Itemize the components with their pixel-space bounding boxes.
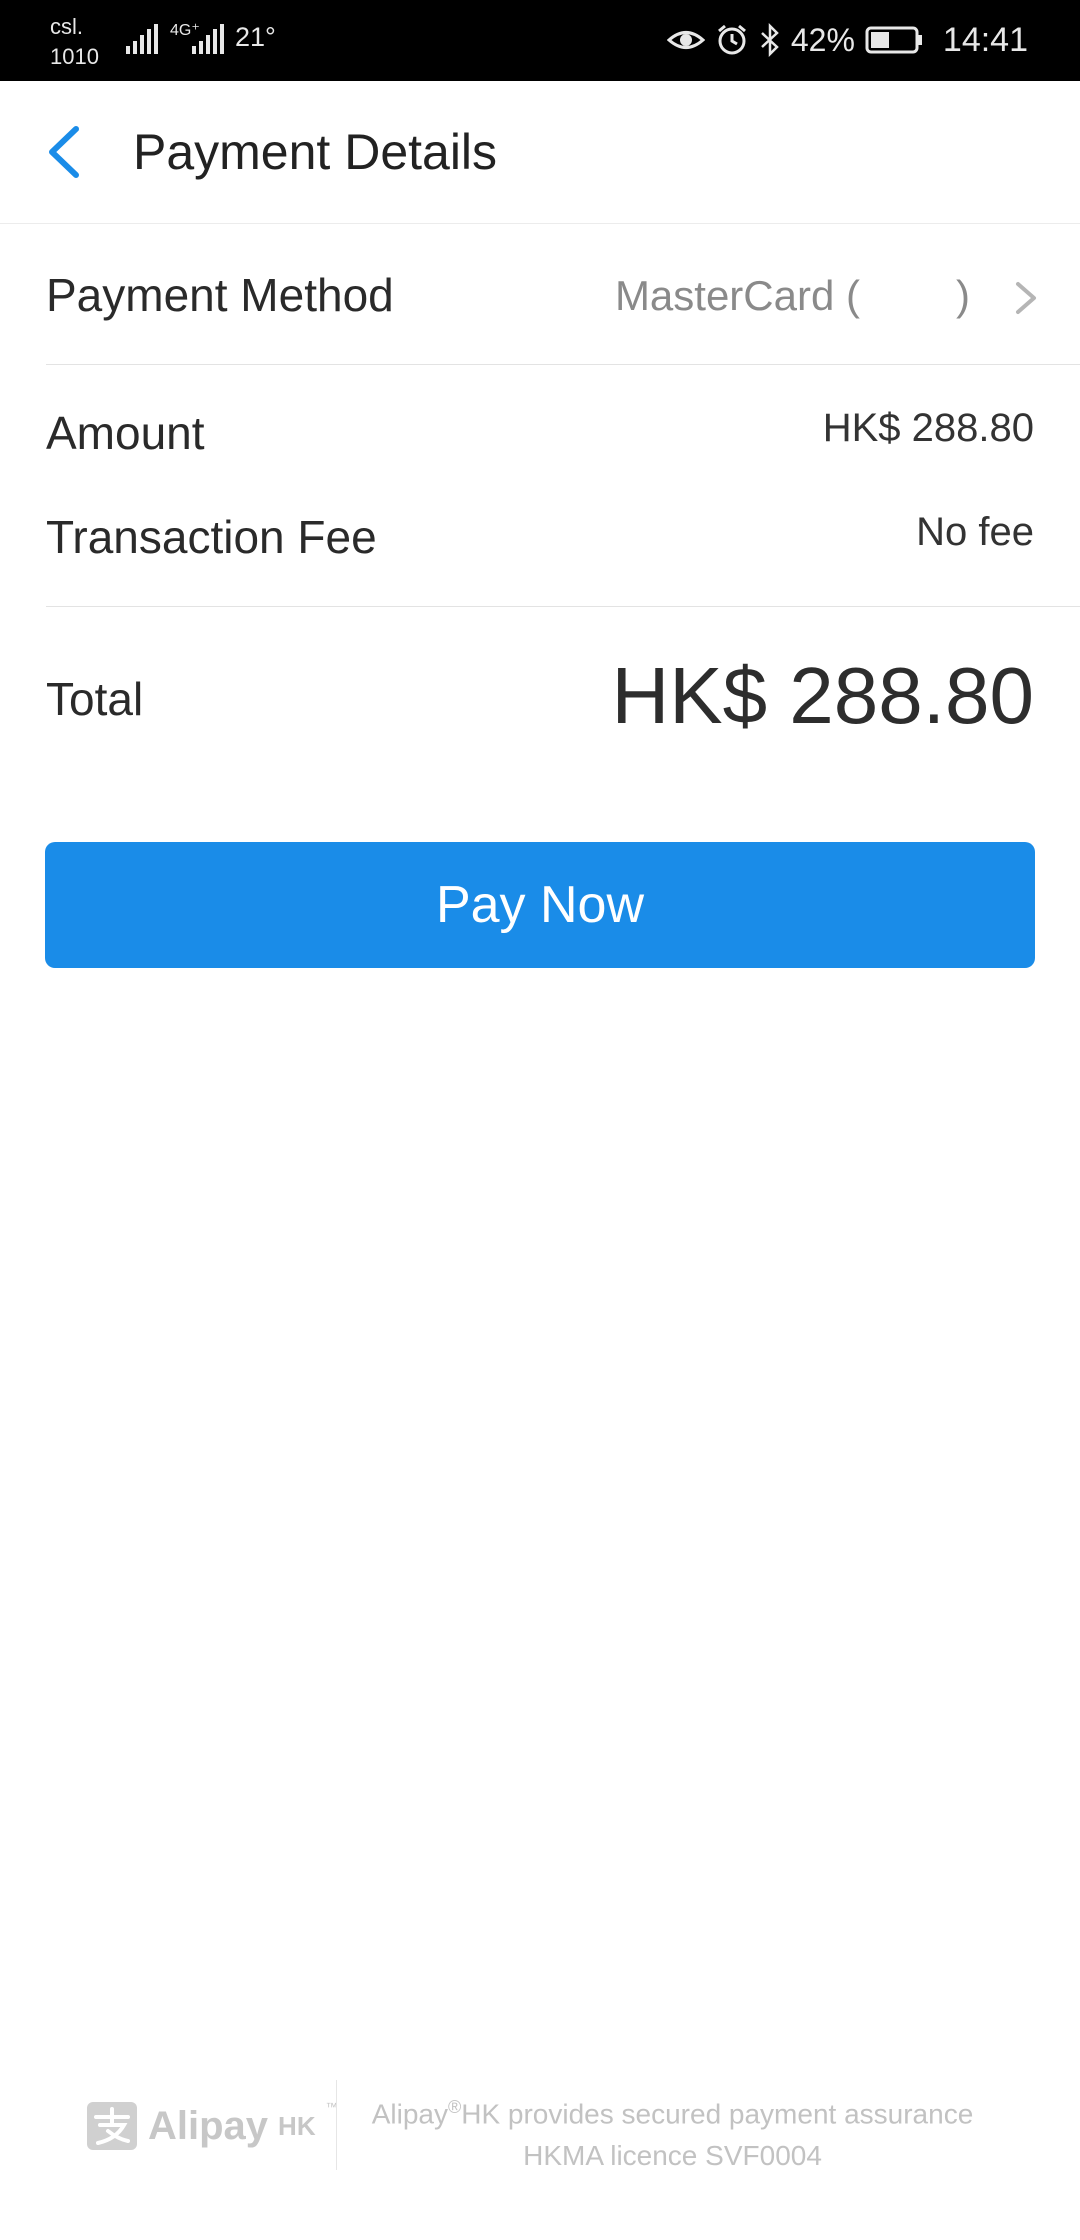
- assurance-text: HK provides secured payment assurance: [461, 2098, 974, 2130]
- payment-method-label: Payment Method: [46, 269, 394, 321]
- total-value: HK$ 288.80: [611, 651, 1034, 740]
- eye-icon: [666, 31, 705, 49]
- total-label: Total: [46, 673, 144, 725]
- chevron-right-icon: [1016, 282, 1036, 314]
- battery-percent: 42%: [790, 21, 855, 58]
- footer-assurance: Alipay®HK provides secured payment assur…: [350, 2086, 995, 2177]
- payment-method-value: MasterCard ( ): [615, 272, 970, 320]
- footer-divider: [336, 2080, 337, 2170]
- amount-row: Amount HK$ 288.80: [0, 400, 1080, 470]
- alipay-hk-logo: Alipay HK ™: [86, 2100, 338, 2152]
- temperature: 21°: [235, 22, 276, 52]
- bluetooth-icon: [761, 23, 779, 57]
- status-icons: 42% 14:41: [666, 18, 1028, 62]
- footer: Alipay HK ™ Alipay®HK provides secured p…: [0, 2080, 1080, 2171]
- carrier-name: csl. 1010: [50, 12, 99, 72]
- battery-icon: [865, 26, 922, 54]
- payment-method-close-paren: ): [956, 272, 970, 319]
- payment-method-card: MasterCard (: [614, 272, 860, 319]
- divider: [46, 364, 1080, 365]
- carrier-line-2: 1010: [50, 44, 99, 69]
- back-button[interactable]: [36, 117, 96, 187]
- amount-value: HK$ 288.80: [822, 406, 1034, 450]
- chevron-left-icon: [49, 126, 79, 178]
- logo-text: Alipay: [148, 2103, 269, 2148]
- pay-now-button[interactable]: Pay Now: [45, 842, 1035, 968]
- payment-method-row[interactable]: Payment Method MasterCard ( ): [0, 224, 1080, 364]
- signal-4g-icon: [192, 24, 224, 54]
- status-bar: csl. 1010 4G⁺ 21° 42% 14:41: [0, 0, 1080, 81]
- divider: [46, 606, 1080, 607]
- assurance-brand: Alipay: [371, 2098, 448, 2130]
- page-title: Payment Details: [133, 124, 498, 180]
- alipay-icon: [87, 2102, 137, 2150]
- logo-sub: HK: [278, 2110, 316, 2141]
- transaction-fee-label: Transaction Fee: [46, 511, 377, 563]
- transaction-fee-row: Transaction Fee No fee: [0, 504, 1080, 574]
- clock: 14:41: [942, 20, 1028, 59]
- app-bar: Payment Details: [0, 81, 1080, 224]
- alarm-icon: [717, 24, 746, 55]
- assurance-line: Alipay®HK provides secured payment assur…: [350, 2086, 995, 2135]
- signal-icon: [126, 24, 158, 54]
- amount-label: Amount: [46, 407, 205, 459]
- licence-line: HKMA licence SVF0004: [523, 2140, 822, 2172]
- total-row: Total HK$ 288.80: [0, 650, 1080, 760]
- carrier-line-1: csl.: [50, 14, 83, 39]
- registered-mark: ®: [447, 2097, 462, 2117]
- card-number-masked: [860, 272, 956, 320]
- transaction-fee-value: No fee: [916, 510, 1034, 554]
